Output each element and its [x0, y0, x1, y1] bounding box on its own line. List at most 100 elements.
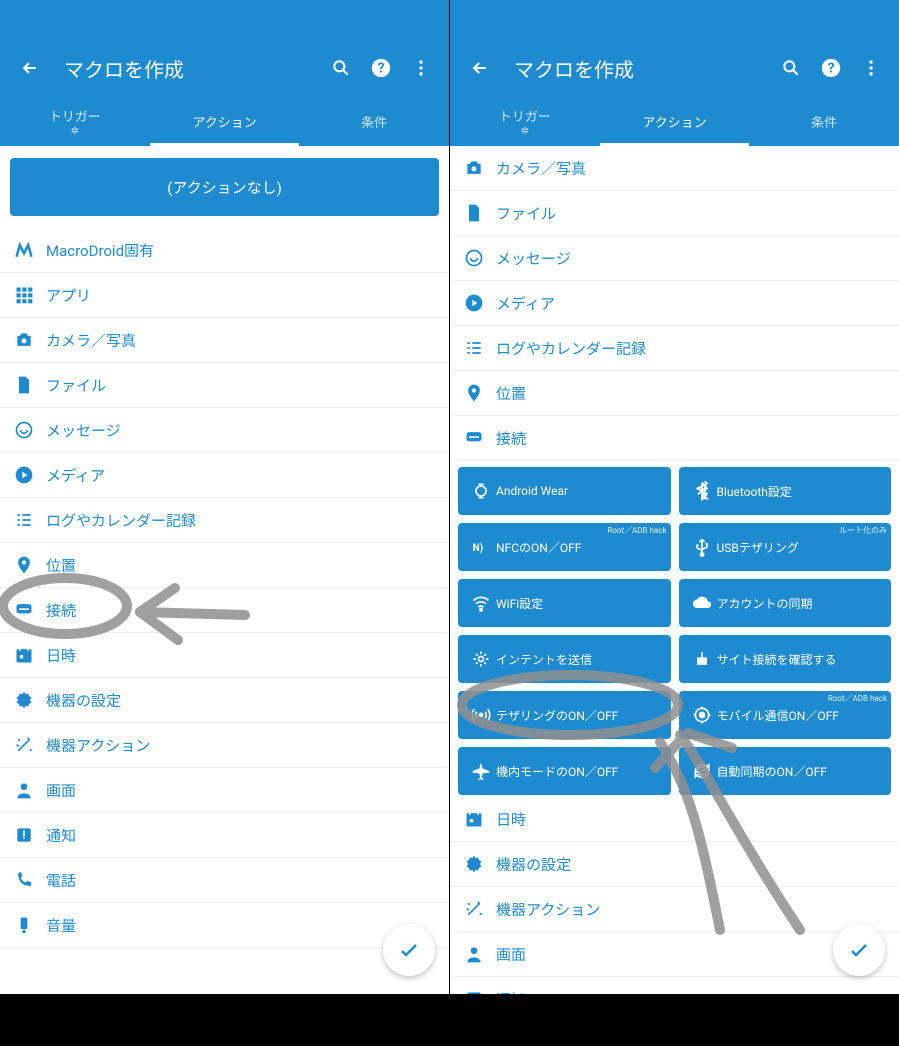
- search-button[interactable]: [321, 58, 361, 78]
- category-date[interactable]: 日時: [0, 633, 449, 678]
- action-label: 自動同期のON／OFF: [715, 763, 882, 780]
- tab-condition[interactable]: 条件: [749, 96, 899, 146]
- category-macrodroid[interactable]: MacroDroid固有: [0, 228, 449, 273]
- category-camera[interactable]: カメラ／写真: [0, 318, 449, 363]
- category-media[interactable]: メディア: [450, 281, 899, 326]
- nfc-icon: N): [468, 537, 494, 557]
- connection-actions-grid: Android Wear Bluetooth設定N)NFCのON／OFFRoot／…: [450, 461, 899, 797]
- category-volume[interactable]: 音量: [0, 903, 449, 948]
- category-log[interactable]: ログやカレンダー記録: [450, 326, 899, 371]
- arrow-left-icon: [470, 58, 490, 78]
- back-button[interactable]: [16, 58, 44, 78]
- check-icon: [847, 938, 871, 962]
- action-bluetooth[interactable]: Bluetooth設定: [679, 467, 892, 515]
- category-notify[interactable]: !通知: [0, 813, 449, 858]
- action-label: Android Wear: [494, 484, 661, 498]
- location-icon: [14, 555, 46, 575]
- category-apps[interactable]: アプリ: [0, 273, 449, 318]
- help-button[interactable]: ?: [361, 57, 401, 79]
- camera-icon: [464, 158, 496, 178]
- category-log[interactable]: ログやカレンダー記録: [0, 498, 449, 543]
- category-media[interactable]: メディア: [0, 453, 449, 498]
- tab-trigger-sub: ✲: [71, 127, 79, 137]
- action-sync[interactable]: 自動同期のON／OFF: [679, 747, 892, 795]
- category-file[interactable]: ファイル: [0, 363, 449, 408]
- log-icon: [464, 338, 496, 358]
- category-phone[interactable]: 電話: [0, 858, 449, 903]
- category-location[interactable]: 位置: [0, 543, 449, 588]
- action-badge: ルート化のみ: [839, 525, 887, 536]
- overflow-button[interactable]: [401, 58, 441, 78]
- date-icon: [14, 645, 46, 665]
- screen-icon: [14, 780, 46, 800]
- tab-trigger[interactable]: トリガー ✲: [0, 96, 150, 146]
- message-icon: [14, 420, 46, 440]
- tab-condition[interactable]: 条件: [299, 96, 449, 146]
- category-settings[interactable]: 機器の設定: [0, 678, 449, 723]
- intent-icon: [468, 649, 494, 669]
- watch-icon: [468, 481, 494, 501]
- search-button[interactable]: [771, 58, 811, 78]
- action-label: インテントを送信: [494, 651, 661, 668]
- sync-icon: [689, 761, 715, 781]
- action-watch[interactable]: Android Wear: [458, 467, 671, 515]
- category-screen[interactable]: 画面: [0, 768, 449, 813]
- category-label: アプリ: [46, 285, 435, 306]
- notify-icon: !: [14, 825, 46, 845]
- no-action-button[interactable]: (アクションなし): [10, 158, 439, 216]
- category-label: 位置: [46, 555, 435, 576]
- confirm-fab[interactable]: [833, 924, 885, 976]
- help-icon: ?: [370, 57, 392, 79]
- tab-trigger[interactable]: トリガー ✲: [450, 96, 600, 146]
- page-title: マクロを作成: [494, 54, 771, 83]
- settings-icon: [14, 690, 46, 710]
- category-label: メッセージ: [496, 248, 885, 269]
- tab-trigger-label: トリガー: [499, 106, 551, 125]
- action-intent[interactable]: インテントを送信: [458, 635, 671, 683]
- category-wand[interactable]: 機器アクション: [0, 723, 449, 768]
- screen-icon: [464, 944, 496, 964]
- category-label: ファイル: [46, 375, 435, 396]
- action-mobile[interactable]: モバイル通信ON／OFFRoot／ADB hack: [679, 691, 892, 739]
- category-label: 位置: [496, 383, 885, 404]
- category-notify[interactable]: !通知: [450, 977, 899, 994]
- action-site[interactable]: サイト接続を確認する: [679, 635, 892, 683]
- category-label: メディア: [46, 465, 435, 486]
- action-cloud[interactable]: アカウントの同期: [679, 579, 892, 627]
- date-icon: [464, 809, 496, 829]
- category-screen[interactable]: 画面: [450, 932, 899, 977]
- cloud-icon: [689, 593, 715, 613]
- category-wand[interactable]: 機器アクション: [450, 887, 899, 932]
- back-button[interactable]: [466, 58, 494, 78]
- action-airplane[interactable]: 機内モードのON／OFF: [458, 747, 671, 795]
- category-connection[interactable]: 接続: [450, 416, 899, 461]
- media-icon: [464, 293, 496, 313]
- help-button[interactable]: ?: [811, 57, 851, 79]
- category-connection[interactable]: 接続: [0, 588, 449, 633]
- wand-icon: [14, 735, 46, 755]
- category-settings[interactable]: 機器の設定: [450, 842, 899, 887]
- apps-icon: [14, 285, 46, 305]
- action-wifi[interactable]: WiFi設定: [458, 579, 671, 627]
- action-nfc[interactable]: N)NFCのON／OFFRoot／ADB hack: [458, 523, 671, 571]
- category-message[interactable]: メッセージ: [450, 236, 899, 281]
- svg-text:?: ?: [828, 61, 835, 77]
- category-label: メディア: [496, 293, 885, 314]
- category-file[interactable]: ファイル: [450, 191, 899, 236]
- category-camera[interactable]: カメラ／写真: [450, 146, 899, 191]
- action-usb[interactable]: USBテザリングルート化のみ: [679, 523, 892, 571]
- confirm-fab[interactable]: [383, 924, 435, 976]
- connection-icon: [464, 428, 496, 448]
- tab-action[interactable]: アクション: [600, 96, 750, 146]
- tab-action[interactable]: アクション: [150, 96, 300, 146]
- overflow-button[interactable]: [851, 58, 891, 78]
- arrow-left-icon: [20, 58, 40, 78]
- category-location[interactable]: 位置: [450, 371, 899, 416]
- phone-icon: [14, 870, 46, 890]
- category-label: 日時: [46, 645, 435, 666]
- action-tether[interactable]: テザリングのON／OFF: [458, 691, 671, 739]
- category-message[interactable]: メッセージ: [0, 408, 449, 453]
- airplane-icon: [468, 761, 494, 781]
- category-date[interactable]: 日時: [450, 797, 899, 842]
- category-list: MacroDroid固有アプリカメラ／写真ファイルメッセージメディアログやカレン…: [0, 228, 449, 948]
